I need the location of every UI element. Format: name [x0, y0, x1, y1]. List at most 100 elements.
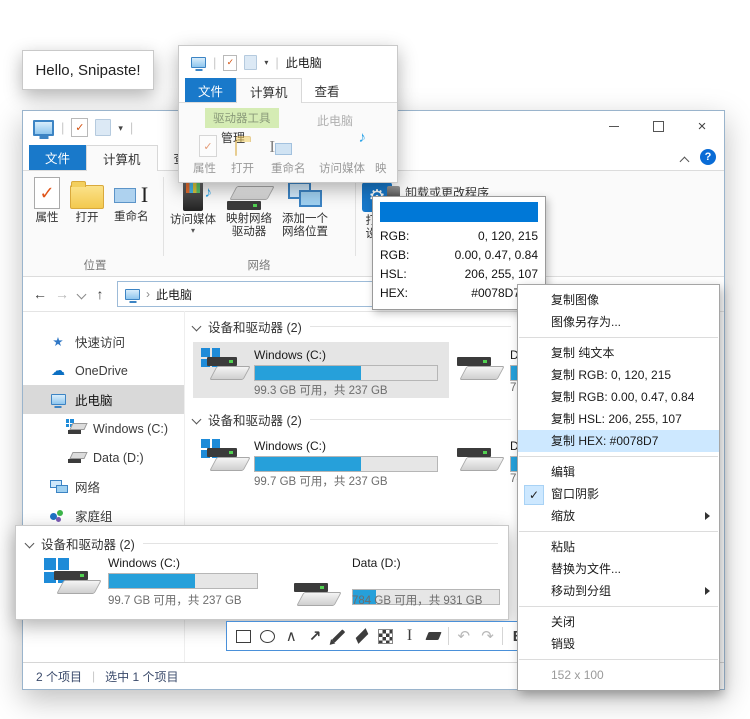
color-row-hsl: HSL:206, 255, 107 [380, 265, 538, 284]
properties-qat-icon[interactable]: ✓ [71, 118, 88, 137]
close-icon: × [698, 118, 707, 135]
rename-button[interactable]: I 重命名 [109, 175, 154, 226]
pinned-snippet-bottom[interactable]: 设备和驱动器 (2) Windows (C:) 99.7 GB 可用，共 237… [15, 525, 509, 620]
quick-access-toolbar: | ✓ ▾ | [33, 118, 133, 137]
tab-file[interactable]: 文件 [29, 145, 86, 170]
up-button[interactable]: ↑ [89, 286, 111, 302]
sidebar-item-windows-c[interactable]: Windows (C:) [23, 414, 184, 443]
menu-item-save-image-as[interactable]: 图像另存为... [518, 311, 719, 333]
chevron-down-icon: ▾ [191, 227, 195, 235]
drive-c-icon [67, 423, 85, 434]
chevron-down-icon [192, 415, 202, 425]
marker-tool[interactable] [350, 625, 374, 647]
arrow-tool[interactable]: ↗ [303, 625, 327, 647]
help-button[interactable]: ? [700, 149, 716, 165]
redo-button[interactable]: ↷ [476, 625, 500, 647]
ellipse-tool[interactable] [256, 625, 280, 647]
section-title: 设备和驱动器 (2) [41, 534, 135, 553]
map-network-label-1: 映射网络 [226, 213, 272, 226]
menu-item-move-to-group[interactable]: 移动到分组 [518, 580, 719, 602]
drive-item-c-selected[interactable]: Windows (C:) 99.3 GB 可用，共 237 GB [193, 342, 449, 398]
toolbar-separator [448, 627, 449, 645]
drive-d-icon [67, 452, 85, 463]
drive-item-c[interactable]: Windows (C:) 99.7 GB 可用，共 237 GB [193, 433, 449, 489]
drive-item-d-clipped[interactable]: D 78 [457, 433, 519, 489]
menu-item-copy-image[interactable]: 复制图像 [518, 289, 719, 311]
group-label-network: 网络 [165, 258, 353, 276]
minimize-button[interactable] [592, 111, 636, 141]
close-button[interactable]: × [680, 111, 724, 141]
menu-item-copy-hsl[interactable]: 复制 HSL: 206, 255, 107 [518, 408, 719, 430]
sidebar-item-onedrive[interactable]: ☁ OneDrive [23, 356, 184, 385]
mosaic-tool[interactable] [374, 625, 398, 647]
sidebar-item-quick-access[interactable]: ★ 快速访问 [23, 327, 184, 356]
menu-item-paste[interactable]: 粘贴 [518, 536, 719, 558]
qat-dropdown-icon[interactable]: ▾ [118, 124, 123, 132]
qat-dropdown-icon: ▾ [264, 59, 268, 67]
sidebar-label: Windows (C:) [93, 422, 168, 436]
map-network-label-2: 驱动器 [232, 226, 267, 239]
menu-item-destroy[interactable]: 销毁 [518, 633, 719, 655]
toolbar-separator [502, 627, 503, 645]
text-tool[interactable]: I [398, 625, 422, 647]
media-pc-icon: ♪ [183, 180, 203, 211]
breadcrumb[interactable]: 此电脑 [156, 286, 192, 303]
capacity-bar [254, 456, 438, 472]
drive-tools-contextual-tab: 驱动器工具 [205, 108, 279, 128]
section-header[interactable]: 设备和驱动器 (2) [193, 317, 511, 336]
add-location-label-2: 网络位置 [282, 226, 328, 239]
collapse-ribbon-button[interactable] [681, 154, 688, 168]
this-pc-icon [191, 57, 206, 68]
drive-info: 99.3 GB 可用，共 237 GB [254, 382, 388, 398]
menu-separator [519, 456, 718, 457]
menu-item-copy-rgb[interactable]: 复制 RGB: 0, 120, 215 [518, 364, 719, 386]
section-header[interactable]: 设备和驱动器 (2) [193, 410, 511, 429]
menu-item-copy-plain-text[interactable]: 复制 纯文本 [518, 342, 719, 364]
ghost-window-label: 此电脑 [317, 112, 353, 129]
ribbon-label: 属性 [193, 160, 216, 176]
sidebar-item-network[interactable]: 网络 [23, 472, 184, 501]
menu-item-close[interactable]: 关闭 [518, 611, 719, 633]
folder-icon [70, 185, 104, 209]
undo-button[interactable]: ↶ [452, 625, 476, 647]
menu-item-replace-with-file[interactable]: 替换为文件... [518, 558, 719, 580]
forward-button[interactable]: → [51, 286, 73, 302]
add-network-location-button[interactable]: 添加一个 网络位置 [277, 175, 333, 241]
ribbon-separator [163, 177, 164, 256]
hello-snippet[interactable]: Hello, Snipaste! [22, 50, 154, 90]
menu-item-zoom[interactable]: 缩放 [518, 505, 719, 527]
drive-info: 99.7 GB 可用，共 237 GB [254, 473, 388, 489]
drive-item-d-clipped[interactable]: D 7 [457, 342, 519, 398]
folder-qat-icon[interactable] [95, 119, 111, 136]
drive-info: 99.7 GB 可用，共 237 GB [108, 592, 242, 608]
this-pc-icon [33, 120, 54, 136]
access-media-button[interactable]: ♪ 访问媒体 ▾ [165, 175, 221, 237]
this-pc-crumb-icon [125, 289, 140, 300]
chevron-up-icon [680, 157, 690, 167]
pinned-snippet-top[interactable]: | ✓ ▾ | 此电脑 文件 计算机 查看 驱动器工具 管理 此电脑 ♪ ✓ I… [178, 45, 398, 183]
sidebar-item-data-d[interactable]: Data (D:) [23, 443, 184, 472]
menu-separator [519, 659, 718, 660]
menu-item-edit[interactable]: 编辑 [518, 461, 719, 483]
menu-item-window-shadow[interactable]: ✓ 窗口阴影 [518, 483, 719, 505]
sidebar-item-this-pc[interactable]: 此电脑 [23, 385, 184, 414]
map-network-drive-button[interactable]: 映射网络 驱动器 [221, 175, 277, 241]
eraser-tool[interactable] [421, 625, 445, 647]
menu-item-copy-hex[interactable]: 复制 HEX: #0078D7 [518, 430, 719, 452]
checkmark-icon: ✓ [524, 485, 544, 505]
back-button[interactable]: ← [29, 286, 51, 302]
menu-item-copy-rgb-float[interactable]: 复制 RGB: 0.00, 0.47, 0.84 [518, 386, 719, 408]
network-drive-icon [227, 186, 271, 210]
history-dropdown-button[interactable] [73, 287, 89, 301]
color-row-rgb: RGB:0, 120, 215 [380, 227, 538, 246]
rectangle-tool[interactable] [232, 625, 256, 647]
separator: | [275, 55, 278, 70]
pen-tool[interactable] [327, 625, 351, 647]
polyline-tool[interactable]: ∧ [279, 625, 303, 647]
tab-computer[interactable]: 计算机 [86, 145, 158, 171]
snipaste-toolbar: ∧ ↗ I ↶ ↷ B [226, 621, 536, 651]
properties-button[interactable]: ✓ 属性 [29, 175, 65, 227]
monitor-icon [49, 394, 67, 405]
maximize-button[interactable] [636, 111, 680, 141]
open-button[interactable]: 打开 [65, 175, 109, 227]
